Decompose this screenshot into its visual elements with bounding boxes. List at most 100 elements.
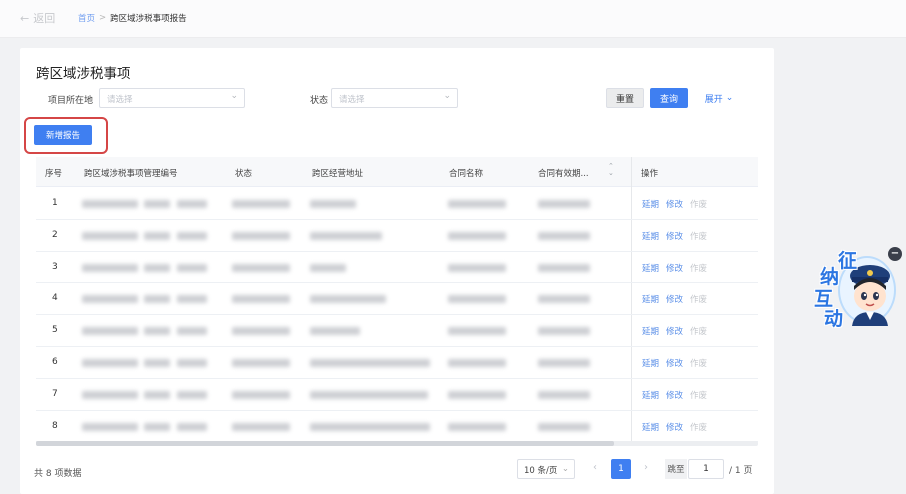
total-pages: / 1 页 — [729, 466, 753, 476]
redacted-cell — [538, 422, 590, 431]
row-index: 7 — [52, 388, 58, 399]
redacted-cell — [144, 359, 170, 367]
redacted-cell — [144, 327, 170, 336]
redacted-cell — [310, 231, 382, 240]
column-header-status: 状态 — [235, 169, 253, 179]
redacted-cell — [82, 390, 138, 399]
page-number-current[interactable]: 1 — [611, 459, 631, 479]
modify-action[interactable]: 修改 — [666, 198, 683, 210]
redacted-cell — [177, 231, 207, 240]
row-index: 8 — [52, 420, 58, 431]
redacted-cell — [144, 422, 170, 431]
modify-action[interactable]: 修改 — [666, 421, 683, 433]
redacted-cell — [448, 200, 506, 208]
void-action[interactable]: 作废 — [690, 230, 707, 242]
redacted-cell — [232, 422, 290, 431]
modify-action[interactable]: 修改 — [666, 357, 683, 369]
modify-action[interactable]: 修改 — [666, 293, 683, 305]
chevron-down-icon: ⌄ — [230, 91, 238, 101]
widget-close-icon[interactable]: − — [888, 247, 902, 261]
void-action[interactable]: 作废 — [690, 293, 707, 305]
extend-action[interactable]: 延期 — [642, 293, 659, 305]
redacted-cell — [232, 359, 290, 367]
redacted-cell — [144, 295, 170, 304]
table-row: 6 延期 修改 作废 — [36, 347, 758, 379]
modify-action[interactable]: 修改 — [666, 325, 683, 337]
reset-button[interactable]: 重置 — [606, 88, 644, 108]
breadcrumb: 首页 > 跨区域涉税事项报告 — [78, 12, 187, 24]
table-row: 4 延期 修改 作废 — [36, 283, 758, 316]
column-header-contract-period: 合同有效期... — [538, 169, 589, 179]
arrow-left-icon: ← — [20, 11, 30, 25]
project-location-select[interactable]: 请选择 ⌄ — [99, 88, 245, 108]
redacted-cell — [177, 422, 207, 431]
extend-action[interactable]: 延期 — [642, 262, 659, 274]
page-size-value: 10 条/页 — [524, 466, 558, 476]
extend-action[interactable]: 延期 — [642, 325, 659, 337]
status-placeholder: 请选择 — [339, 95, 365, 105]
redacted-cell — [310, 422, 430, 431]
interaction-widget[interactable]: 征 纳 互 动 — [808, 238, 898, 330]
page-size-select[interactable]: 10 条/页 ⌄ — [517, 459, 575, 479]
expand-button[interactable]: 展开 ⌄ — [700, 88, 738, 108]
redacted-cell — [232, 327, 290, 336]
main-card: 跨区域涉税事项 项目所在地 请选择 ⌄ 状态 请选择 ⌄ 重置 查询 展开 ⌄ … — [20, 48, 774, 494]
back-button[interactable]: ← 返回 — [20, 10, 55, 26]
top-bar: ← 返回 首页 > 跨区域涉税事项报告 — [0, 0, 906, 38]
redacted-cell — [310, 263, 346, 272]
horizontal-scrollbar[interactable] — [36, 441, 758, 446]
status-select[interactable]: 请选择 ⌄ — [331, 88, 458, 108]
table-row: 5 延期 修改 作废 — [36, 315, 758, 347]
column-header-address: 跨区经营地址 — [312, 169, 364, 179]
widget-char-4: 动 — [824, 308, 844, 330]
total-count: 共 8 项数据 — [34, 469, 82, 479]
query-button[interactable]: 查询 — [650, 88, 688, 108]
void-action[interactable]: 作废 — [690, 357, 707, 369]
redacted-cell — [448, 295, 506, 304]
next-page-icon[interactable]: › — [644, 462, 648, 473]
row-index: 6 — [52, 357, 58, 367]
project-location-placeholder: 请选择 — [107, 95, 133, 105]
chevron-down-icon: ⌄ — [561, 464, 569, 474]
redacted-cell — [177, 327, 207, 336]
redacted-cell — [538, 327, 590, 336]
modify-action[interactable]: 修改 — [666, 389, 683, 401]
sort-icon[interactable]: ⌃ ⌄ — [608, 163, 614, 177]
expand-label: 展开 — [704, 94, 723, 105]
void-action[interactable]: 作废 — [690, 325, 707, 337]
redacted-cell — [177, 295, 207, 304]
redacted-cell — [144, 390, 170, 399]
redacted-cell — [538, 390, 590, 399]
scrollbar-thumb[interactable] — [36, 441, 614, 446]
redacted-cell — [232, 231, 290, 240]
void-action[interactable]: 作废 — [690, 262, 707, 274]
redacted-cell — [538, 295, 590, 304]
table-row: 3 延期 修改 作废 — [36, 252, 758, 284]
void-action[interactable]: 作废 — [690, 198, 707, 210]
modify-action[interactable]: 修改 — [666, 262, 683, 274]
extend-action[interactable]: 延期 — [642, 421, 659, 433]
extend-action[interactable]: 延期 — [642, 357, 659, 369]
row-index: 1 — [52, 198, 58, 208]
redacted-cell — [144, 231, 170, 240]
void-action[interactable]: 作废 — [690, 389, 707, 401]
redacted-cell — [232, 295, 290, 304]
extend-action[interactable]: 延期 — [642, 198, 659, 210]
goto-label: 跳至 — [665, 459, 687, 479]
breadcrumb-separator: > — [99, 13, 107, 23]
extend-action[interactable]: 延期 — [642, 230, 659, 242]
redacted-cell — [538, 200, 590, 208]
modify-action[interactable]: 修改 — [666, 230, 683, 242]
add-report-button[interactable]: 新增报告 — [34, 125, 92, 145]
page-title: 跨区域涉税事项 — [36, 66, 131, 82]
void-action[interactable]: 作废 — [690, 421, 707, 433]
prev-page-icon[interactable]: ‹ — [593, 462, 597, 473]
extend-action[interactable]: 延期 — [642, 389, 659, 401]
redacted-cell — [82, 295, 138, 304]
redacted-cell — [144, 200, 170, 208]
redacted-cell — [82, 422, 138, 431]
breadcrumb-home[interactable]: 首页 — [78, 12, 95, 24]
goto-page-input[interactable] — [688, 459, 724, 479]
redacted-cell — [448, 231, 506, 240]
redacted-cell — [82, 231, 138, 240]
